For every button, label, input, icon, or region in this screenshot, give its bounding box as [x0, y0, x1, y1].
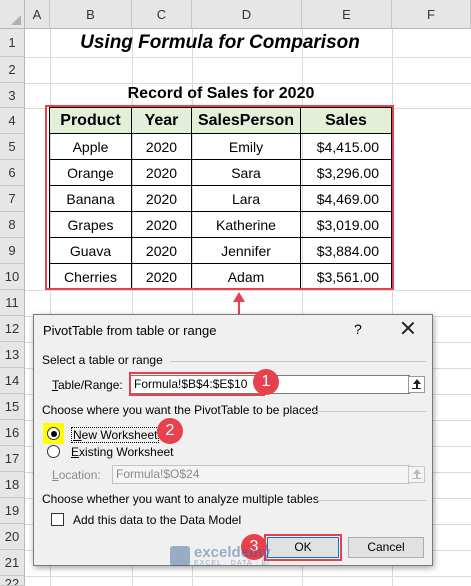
close-icon[interactable] [399, 319, 417, 337]
label-text: able/Range: [58, 378, 123, 392]
row-header[interactable]: 12 [0, 316, 25, 342]
row-header[interactable]: 5 [0, 134, 25, 160]
column-header-d[interactable]: D [192, 0, 302, 29]
gridline [25, 576, 471, 577]
row-header[interactable]: 15 [0, 394, 25, 420]
row-header[interactable]: 16 [0, 420, 25, 446]
column-header-c[interactable]: C [132, 0, 192, 29]
section-select-table: Select a table or range [42, 353, 163, 367]
location-input[interactable]: Formula!$O$24 [112, 465, 410, 484]
row-header[interactable]: 21 [0, 550, 25, 576]
step-badge-1: 1 [253, 369, 279, 395]
new-worksheet-radio[interactable] [47, 427, 60, 440]
cancel-button[interactable]: Cancel [348, 537, 424, 558]
section-placement: Choose where you want the PivotTable to … [42, 403, 319, 417]
row-header[interactable]: 10 [0, 264, 25, 290]
row-header[interactable]: 1 [0, 29, 25, 57]
row-header[interactable]: 4 [0, 108, 25, 134]
collapse-dialog-button[interactable] [408, 376, 425, 393]
row-header[interactable]: 20 [0, 524, 25, 550]
row-header[interactable]: 18 [0, 472, 25, 498]
section-divider [316, 500, 426, 501]
data-model-label[interactable]: Add this data to the Data Model [73, 513, 241, 527]
label-text: xisting Worksheet [79, 445, 174, 459]
table-range-label: Table/Range: [52, 378, 123, 392]
collapse-bar [412, 477, 421, 479]
label-text: ocation: [58, 468, 101, 482]
location-label: Location: [52, 468, 101, 482]
section-multiple-tables: Choose whether you want to analyze multi… [42, 492, 319, 506]
step-badge-2: 2 [157, 418, 183, 444]
row-header[interactable]: 9 [0, 238, 25, 264]
existing-worksheet-radio[interactable] [47, 445, 60, 458]
help-button[interactable]: ? [354, 321, 362, 337]
column-header-b[interactable]: B [50, 0, 132, 29]
existing-worksheet-label[interactable]: Existing Worksheet [71, 445, 174, 459]
column-header-a[interactable]: A [25, 0, 50, 29]
location-collapse-button[interactable] [408, 466, 425, 483]
watermark-tagline: EXCEL · DATA · BI [194, 560, 270, 567]
selected-range-highlight [45, 105, 394, 290]
range-input-highlight [129, 372, 265, 396]
column-header-f[interactable]: F [392, 0, 471, 29]
dialog-title: PivotTable from table or range [43, 323, 217, 338]
ok-button-highlight [264, 534, 342, 561]
watermark-text: exceldemy EXCEL · DATA · BI [194, 545, 271, 567]
row-header[interactable]: 13 [0, 342, 25, 368]
select-all-corner[interactable] [0, 0, 25, 29]
accelerator-key: E [71, 445, 80, 459]
row-header[interactable]: 17 [0, 446, 25, 472]
row-header[interactable]: 22 [0, 576, 25, 586]
watermark-name: exceldemy [194, 544, 271, 561]
row-header[interactable]: 19 [0, 498, 25, 524]
row-header[interactable]: 11 [0, 290, 25, 316]
row-header[interactable]: 2 [0, 57, 25, 83]
table-caption: Record of Sales for 2020 [127, 85, 315, 102]
label-text: ew Worksheet [81, 428, 158, 442]
row-header[interactable]: 14 [0, 368, 25, 394]
row-header[interactable]: 3 [0, 83, 25, 108]
gridline [25, 290, 471, 291]
accelerator-key: N [73, 428, 82, 442]
collapse-bar [412, 387, 421, 389]
sheet-title: Using Formula for Comparison [80, 32, 360, 53]
annotation-arrow-head [233, 292, 245, 302]
data-model-checkbox[interactable] [51, 513, 64, 526]
exceldemy-logo-icon [170, 546, 190, 566]
gridline [25, 57, 471, 58]
section-divider [312, 411, 426, 412]
pivottable-dialog: PivotTable from table or range ? Select … [33, 314, 433, 566]
new-worksheet-label[interactable]: New Worksheet [71, 427, 160, 443]
section-divider [170, 361, 426, 362]
accelerator-key: L [52, 468, 59, 482]
row-header[interactable]: 7 [0, 186, 25, 212]
column-header-e[interactable]: E [302, 0, 392, 29]
watermark: exceldemy EXCEL · DATA · BI [170, 545, 271, 567]
row-header[interactable]: 6 [0, 160, 25, 186]
row-header[interactable]: 8 [0, 212, 25, 238]
